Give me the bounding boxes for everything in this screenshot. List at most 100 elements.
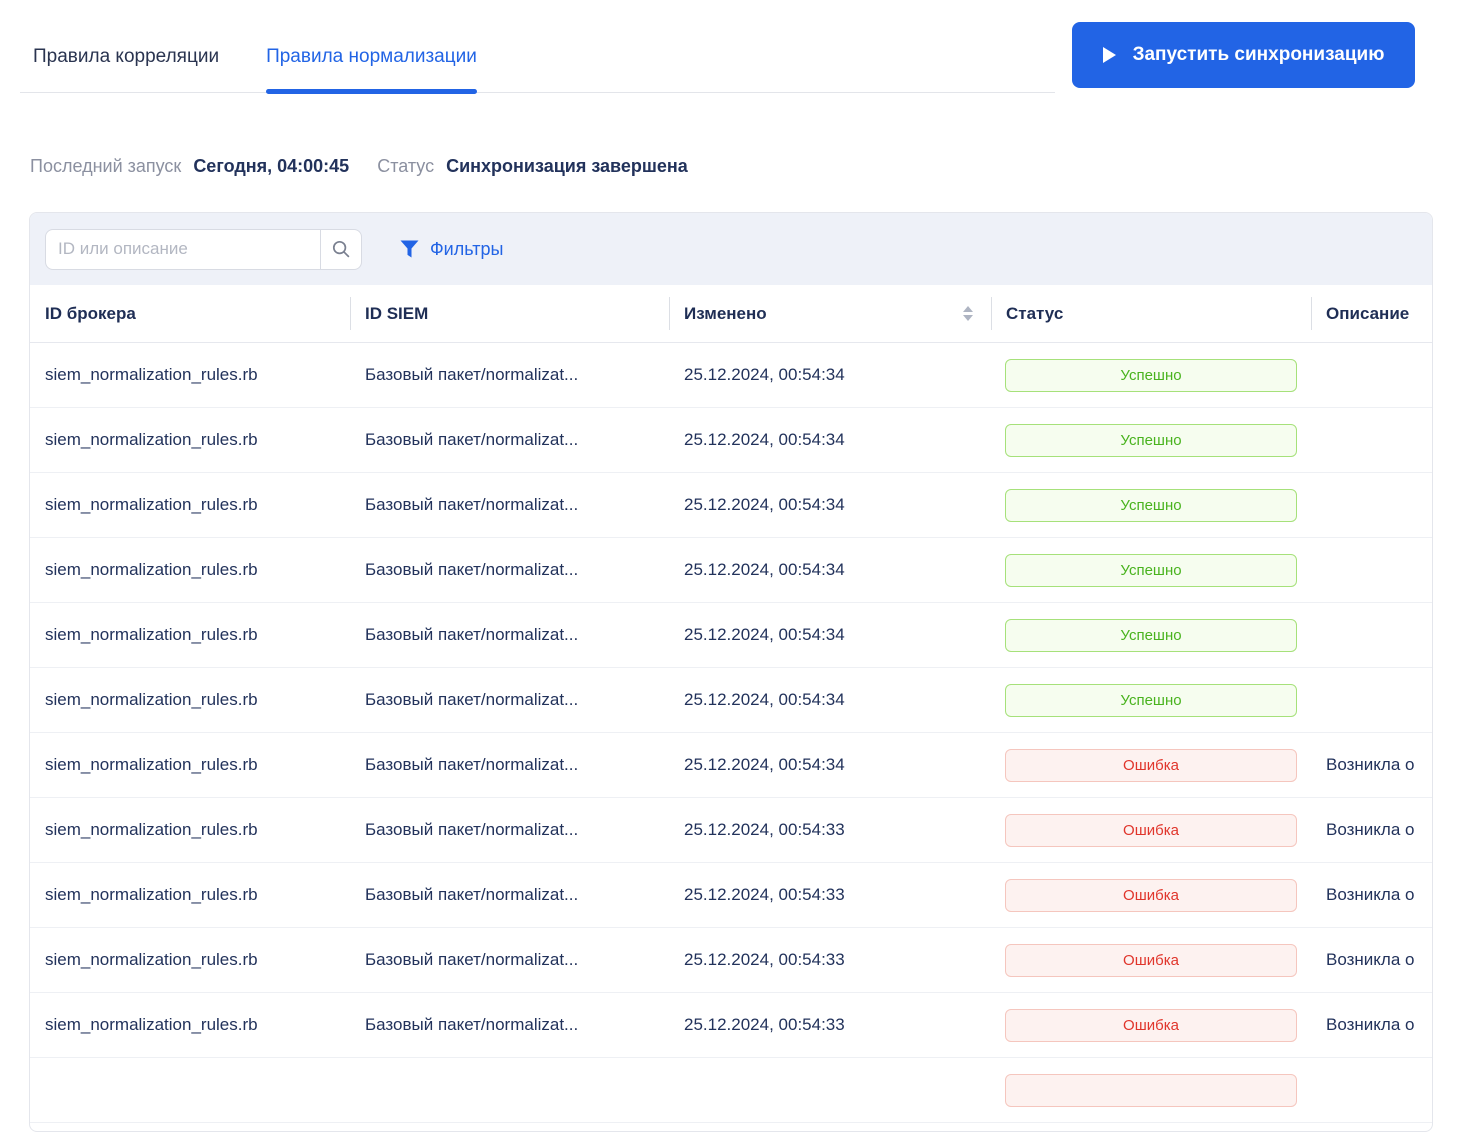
sync-meta-line: Последний запуск Сегодня, 04:00:45 Стату… [30, 156, 688, 177]
cell-description: Возникла о [1326, 885, 1415, 904]
play-icon [1102, 47, 1116, 63]
status-badge: Ошибка [1005, 1008, 1297, 1042]
cell-modified: 25.12.2024, 00:54:33 [684, 820, 845, 839]
cell-broker-id: siem_normalization_rules.rb [45, 950, 258, 969]
table-row: siem_normalization_rules.rb Базовый паке… [30, 993, 1432, 1058]
filters-label: Фильтры [430, 238, 504, 259]
cell-status: Успешно [991, 423, 1311, 457]
cell-siem-id: Базовый пакет/normalizat... [365, 950, 579, 969]
last-run-value: Сегодня, 04:00:45 [193, 156, 350, 176]
sort-up-arrow-icon [963, 306, 973, 312]
search-input[interactable] [46, 229, 320, 269]
cell-broker-id: siem_normalization_rules.rb [45, 625, 258, 644]
cell-modified: 25.12.2024, 00:54:33 [684, 1015, 845, 1034]
cell-modified: 25.12.2024, 00:54:33 [684, 885, 845, 904]
cell-broker-id: siem_normalization_rules.rb [45, 1015, 258, 1034]
sync-status-label: Статус [377, 156, 435, 176]
table-row: siem_normalization_rules.rb Базовый паке… [30, 538, 1432, 603]
cell-status: Ошибка [991, 943, 1311, 977]
status-badge: Ошибка [1005, 943, 1297, 977]
status-badge: Успешно [1005, 683, 1297, 717]
status-badge: Успешно [1005, 423, 1297, 457]
cell-siem-id: Базовый пакет/normalizat... [365, 430, 579, 449]
sync-status-value: Синхронизация завершена [446, 156, 688, 176]
status-badge: Ошибка [1005, 878, 1297, 912]
cell-modified: 25.12.2024, 00:54:34 [684, 365, 845, 384]
magnifier-icon [332, 240, 350, 258]
cell-broker-id: siem_normalization_rules.rb [45, 430, 258, 449]
cell-status [991, 1073, 1311, 1107]
cell-modified: 25.12.2024, 00:54:34 [684, 755, 845, 774]
cell-status: Ошибка [991, 748, 1311, 782]
status-badge: Ошибка [1005, 748, 1297, 782]
table-row: siem_normalization_rules.rb Базовый паке… [30, 863, 1432, 928]
search-button[interactable] [320, 229, 361, 269]
cell-siem-id: Базовый пакет/normalizat... [365, 625, 579, 644]
cell-status: Ошибка [991, 878, 1311, 912]
table-row: siem_normalization_rules.rb Базовый паке… [30, 343, 1432, 408]
cell-siem-id: Базовый пакет/normalizat... [365, 495, 579, 514]
cell-status: Успешно [991, 488, 1311, 522]
cell-siem-id: Базовый пакет/normalizat... [365, 755, 579, 774]
column-header-description: Описание [1311, 285, 1432, 342]
cell-modified: 25.12.2024, 00:54:34 [684, 430, 845, 449]
status-badge: Ошибка [1005, 813, 1297, 847]
cell-broker-id: siem_normalization_rules.rb [45, 495, 258, 514]
table-row: siem_normalization_rules.rb Базовый паке… [30, 603, 1432, 668]
table-toolbar: Фильтры [30, 213, 1432, 285]
cell-broker-id: siem_normalization_rules.rb [45, 690, 258, 709]
table-body: siem_normalization_rules.rb Базовый паке… [30, 343, 1432, 1123]
status-badge [1005, 1073, 1297, 1107]
cell-modified: 25.12.2024, 00:54:34 [684, 690, 845, 709]
sort-icon[interactable] [963, 306, 973, 321]
cell-status: Успешно [991, 358, 1311, 392]
cell-siem-id: Базовый пакет/normalizat... [365, 1015, 579, 1034]
column-header-modified: Изменено [669, 285, 991, 342]
funnel-icon [400, 240, 419, 258]
cell-modified: 25.12.2024, 00:54:34 [684, 495, 845, 514]
cell-status: Успешно [991, 618, 1311, 652]
cell-description: Возникла о [1326, 1015, 1415, 1034]
cell-broker-id: siem_normalization_rules.rb [45, 755, 258, 774]
run-sync-button[interactable]: Запустить синхронизацию [1072, 22, 1415, 88]
cell-status: Ошибка [991, 1008, 1311, 1042]
cell-description: Возникла о [1326, 755, 1415, 774]
table-row: siem_normalization_rules.rb Базовый паке… [30, 408, 1432, 473]
cell-siem-id: Базовый пакет/normalizat... [365, 560, 579, 579]
table-row: siem_normalization_rules.rb Базовый паке… [30, 798, 1432, 863]
last-run-label: Последний запуск [30, 156, 182, 176]
cell-siem-id: Базовый пакет/normalizat... [365, 365, 579, 384]
tab-correlation-rules[interactable]: Правила корреляции [33, 44, 219, 92]
table-row: siem_normalization_rules.rb Базовый паке… [30, 928, 1432, 993]
search-box [45, 228, 362, 270]
cell-siem-id: Базовый пакет/normalizat... [365, 690, 579, 709]
cell-broker-id: siem_normalization_rules.rb [45, 885, 258, 904]
cell-status: Успешно [991, 683, 1311, 717]
cell-description: Возникла о [1326, 950, 1415, 969]
run-sync-label: Запустить синхронизацию [1132, 44, 1385, 65]
table-row: siem_normalization_rules.rb Базовый паке… [30, 733, 1432, 798]
column-header-broker-id: ID брокера [45, 303, 136, 323]
status-badge: Успешно [1005, 618, 1297, 652]
table-row: siem_normalization_rules.rb Базовый паке… [30, 473, 1432, 538]
cell-description: Возникла о [1326, 820, 1415, 839]
cell-modified: 25.12.2024, 00:54:34 [684, 560, 845, 579]
status-badge: Успешно [1005, 553, 1297, 587]
cell-siem-id: Базовый пакет/normalizat... [365, 820, 579, 839]
column-header-modified-label: Изменено [684, 303, 767, 323]
table-row [30, 1058, 1432, 1123]
rules-table-card: Фильтры ID брокера ID SIEM Изменено Стат… [29, 212, 1433, 1132]
column-header-siem-id: ID SIEM [350, 285, 669, 342]
cell-siem-id: Базовый пакет/normalizat... [365, 885, 579, 904]
sort-down-arrow-icon [963, 315, 973, 321]
cell-modified: 25.12.2024, 00:54:34 [684, 625, 845, 644]
filters-button[interactable]: Фильтры [400, 239, 503, 260]
cell-modified: 25.12.2024, 00:54:33 [684, 950, 845, 969]
tab-normalization-rules[interactable]: Правила нормализации [266, 44, 477, 94]
cell-status: Ошибка [991, 813, 1311, 847]
table-row: siem_normalization_rules.rb Базовый паке… [30, 668, 1432, 733]
table-header-row: ID брокера ID SIEM Изменено Статус Описа… [30, 285, 1432, 343]
tab-bar: Правила корреляции Правила нормализации [20, 0, 1055, 94]
cell-broker-id: siem_normalization_rules.rb [45, 560, 258, 579]
status-badge: Успешно [1005, 358, 1297, 392]
